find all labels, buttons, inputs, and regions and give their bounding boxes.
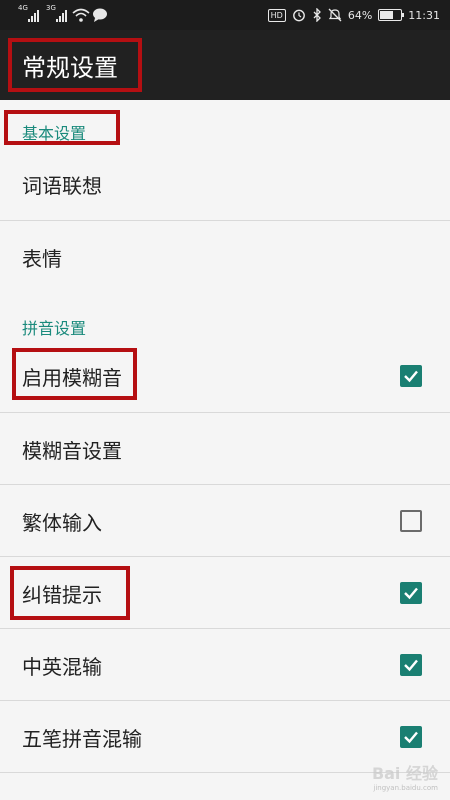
check-icon — [404, 587, 418, 600]
section-header-pinyin: 拼音设置 — [22, 319, 87, 338]
settings-list: 基本设置 词语联想 表情 拼音设置 启用模糊音 模糊音设置 繁体输入 纠错提示 … — [0, 100, 450, 800]
check-icon — [404, 659, 418, 672]
highlight-box — [10, 566, 130, 620]
setting-label: 模糊音设置 — [22, 439, 122, 463]
error-correction-checkbox[interactable] — [400, 582, 422, 604]
setting-mixed-cn-en[interactable]: 中英混输 — [0, 629, 450, 701]
watermark-brand: Bai 经验 — [371, 764, 438, 783]
bluetooth-icon — [313, 8, 321, 22]
mixed-cn-en-checkbox[interactable] — [400, 654, 422, 676]
hd-indicator: HD — [267, 8, 286, 22]
check-icon — [404, 370, 418, 383]
setting-fuzzy-pinyin-settings[interactable]: 模糊音设置 — [0, 413, 450, 485]
traditional-input-checkbox[interactable] — [400, 510, 422, 532]
highlight-box — [8, 38, 142, 92]
message-icon — [93, 8, 107, 22]
setting-label: 繁体输入 — [22, 511, 102, 535]
setting-label: 五笔拼音混输 — [22, 727, 142, 751]
alarm-icon — [292, 9, 305, 22]
setting-emoji[interactable]: 表情 — [0, 221, 450, 293]
sim2-network-type: 3G — [46, 4, 56, 12]
setting-label: 词语联想 — [22, 174, 102, 198]
wifi-icon — [72, 8, 90, 22]
sim1-network-type: 4G — [18, 4, 28, 12]
wubi-pinyin-mixed-checkbox[interactable] — [400, 726, 422, 748]
setting-word-association[interactable]: 词语联想 — [0, 148, 450, 220]
setting-label: 中英混输 — [22, 655, 102, 679]
mute-icon — [328, 8, 342, 22]
battery-percent: 64% — [347, 8, 373, 22]
check-icon — [404, 731, 418, 744]
app-bar: 常规设置 — [0, 30, 450, 100]
clock: 11:31 — [408, 8, 440, 22]
highlight-box — [12, 348, 137, 400]
status-bar: 4G 3G HD 64% 11:31 — [0, 0, 450, 30]
setting-traditional-input[interactable]: 繁体输入 — [0, 485, 450, 557]
watermark-url: jingyan.baidu.com — [373, 784, 438, 792]
highlight-box — [4, 110, 120, 145]
setting-label: 表情 — [22, 247, 62, 271]
battery-icon — [378, 9, 405, 21]
watermark: Bai 经验 jingyan.baidu.com — [372, 760, 438, 792]
fuzzy-pinyin-checkbox[interactable] — [400, 365, 422, 387]
